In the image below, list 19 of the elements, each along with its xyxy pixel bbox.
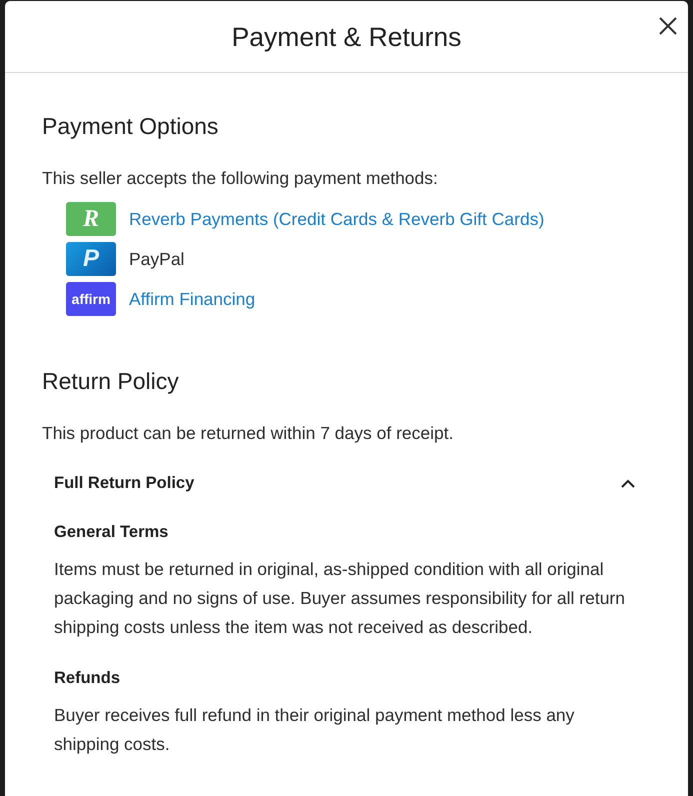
payment-logo: P bbox=[66, 242, 116, 276]
payment-method-label: PayPal bbox=[129, 248, 184, 271]
chevron-icon bbox=[621, 478, 635, 488]
close-button[interactable] bbox=[659, 17, 677, 35]
policy-text: Buyer receives full refund in their original payment method less any shipping costs. bbox=[54, 704, 576, 756]
close-icon bbox=[659, 17, 677, 35]
section-heading: Return Policy bbox=[42, 367, 180, 395]
payment-logo: affirm bbox=[66, 282, 116, 316]
section-heading: Payment Options bbox=[42, 112, 220, 140]
payment-method-link[interactable]: Affirm Financing bbox=[129, 287, 256, 311]
subsection-heading: General Terms bbox=[54, 522, 170, 543]
payment-method-link[interactable]: Reverb Payments (Credit Cards & Reverb Gift Cards) bbox=[129, 207, 544, 231]
intro-text: This seller accepts the following payment methods: bbox=[42, 167, 439, 190]
policy-text: Items must be returned in original, as-shipped condition with all original packaging and no signs of use. Buyer assumes responsibility for all return shipping costs unless the item was not received as described. bbox=[54, 558, 626, 639]
payment-logo: R bbox=[66, 202, 116, 236]
dialog-title: Payment & Returns bbox=[232, 20, 462, 52]
accordion-toggle[interactable]: Full Return Policy bbox=[54, 471, 639, 495]
policy-summary: This product can be returned within 7 days of receipt. bbox=[42, 422, 454, 445]
subsection-heading: Refunds bbox=[54, 668, 121, 689]
